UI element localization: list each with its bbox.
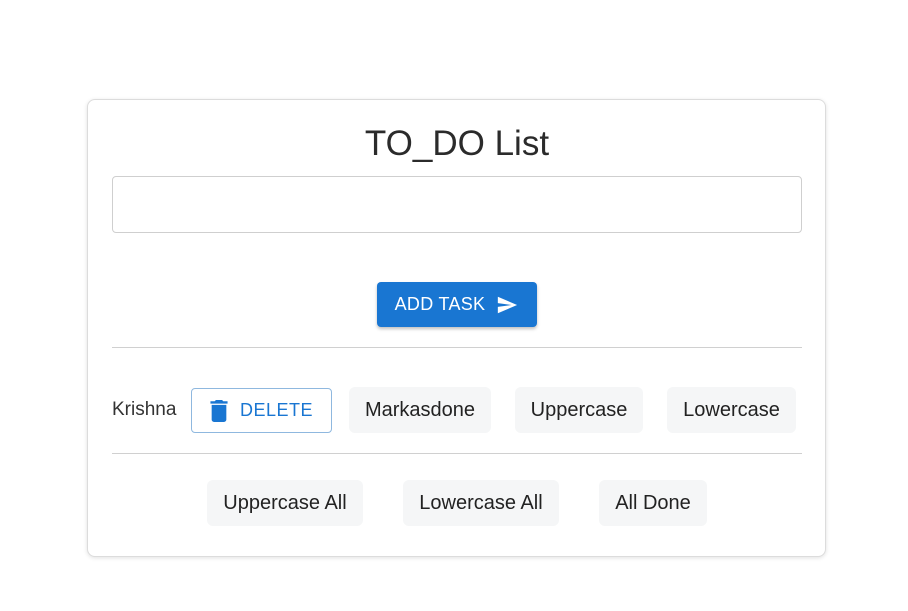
send-icon [498,296,518,313]
divider-top [112,347,802,348]
lowercase-all-button[interactable]: Lowercase All [403,480,559,526]
trash-icon [210,399,228,422]
add-task-button[interactable]: ADD TASK [377,282,537,327]
page-title: TO_DO List [364,124,550,163]
delete-label: DELETE [239,400,314,420]
all-done-button[interactable]: All Done [599,480,707,526]
task-input[interactable] [112,176,802,233]
uppercase-button[interactable]: Uppercase [515,387,643,433]
lowercase-button[interactable]: Lowercase [667,387,796,433]
add-task-label: ADD TASK [394,294,486,314]
mark-as-done-button[interactable]: Markasdone [349,387,491,433]
uppercase-all-button[interactable]: Uppercase All [207,480,363,526]
task-label: Krishna [112,399,177,420]
delete-button[interactable]: DELETE [191,388,332,433]
divider-bottom [112,453,802,454]
